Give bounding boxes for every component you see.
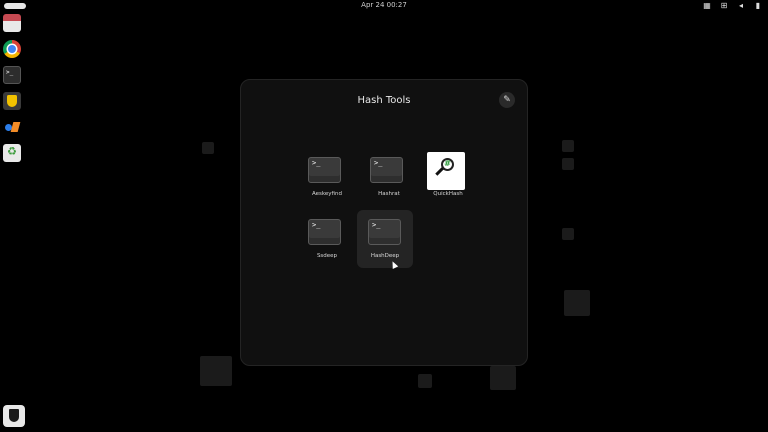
system-tray[interactable]: ▦ ⊞ ◂ ▮	[703, 2, 762, 10]
background-app	[202, 142, 214, 154]
battery-icon[interactable]: ▮	[754, 2, 762, 10]
terminal-icon: >_	[370, 157, 403, 183]
kali-icon[interactable]	[3, 118, 21, 136]
app-tile-aeskeyfind[interactable]: >_ Aeskeyfind	[299, 152, 355, 208]
background-app	[490, 366, 516, 390]
app-tile-quickhash[interactable]: QuickHash	[420, 152, 476, 208]
top-bar: Apr 24 00:27 ▦ ⊞ ◂ ▮	[0, 0, 768, 12]
quickhash-icon	[427, 152, 465, 190]
app-label: Ssdeep	[316, 253, 338, 259]
app-label: HashDeep	[370, 253, 400, 259]
chrome-icon[interactable]	[3, 40, 21, 58]
trash-icon[interactable]	[3, 144, 21, 162]
volume-icon[interactable]: ◂	[737, 2, 745, 10]
edit-icon: ✎	[503, 94, 511, 105]
app-label: Aeskeyfind	[312, 191, 342, 197]
app-label: QuickHash	[433, 191, 463, 197]
app-tile-ssdeep[interactable]: >_ Ssdeep	[299, 214, 355, 270]
magnifier-handle	[435, 167, 444, 176]
background-app	[562, 158, 574, 170]
app-tile-hashrat[interactable]: >_ Hashrat	[361, 152, 417, 208]
background-app	[562, 228, 574, 240]
accessibility-icon[interactable]: ⊞	[720, 2, 728, 10]
background-app	[200, 356, 232, 386]
shield-icon[interactable]	[3, 92, 21, 110]
app-label: Hashrat	[378, 191, 400, 197]
folder-title[interactable]: Hash Tools	[241, 95, 527, 106]
background-app	[564, 290, 590, 316]
dock: >_	[3, 14, 23, 170]
terminal-icon[interactable]: >_	[3, 66, 21, 84]
terminal-icon: >_	[308, 157, 341, 183]
network-icon[interactable]: ▦	[703, 2, 711, 10]
terminal-icon: >_	[308, 219, 341, 245]
bitwarden-icon[interactable]	[3, 405, 25, 427]
files-icon[interactable]	[3, 14, 21, 32]
background-app	[562, 140, 574, 152]
background-app	[418, 374, 432, 388]
folder-popup: Hash Tools ✎ >_ Aeskeyfind >_ Hashrat Qu…	[240, 79, 528, 366]
clock[interactable]: Apr 24 00:27	[0, 1, 768, 9]
app-tile-hashdeep[interactable]: >_ HashDeep	[357, 210, 413, 268]
terminal-icon: >_	[368, 219, 401, 245]
rename-folder-button[interactable]: ✎	[499, 92, 515, 108]
